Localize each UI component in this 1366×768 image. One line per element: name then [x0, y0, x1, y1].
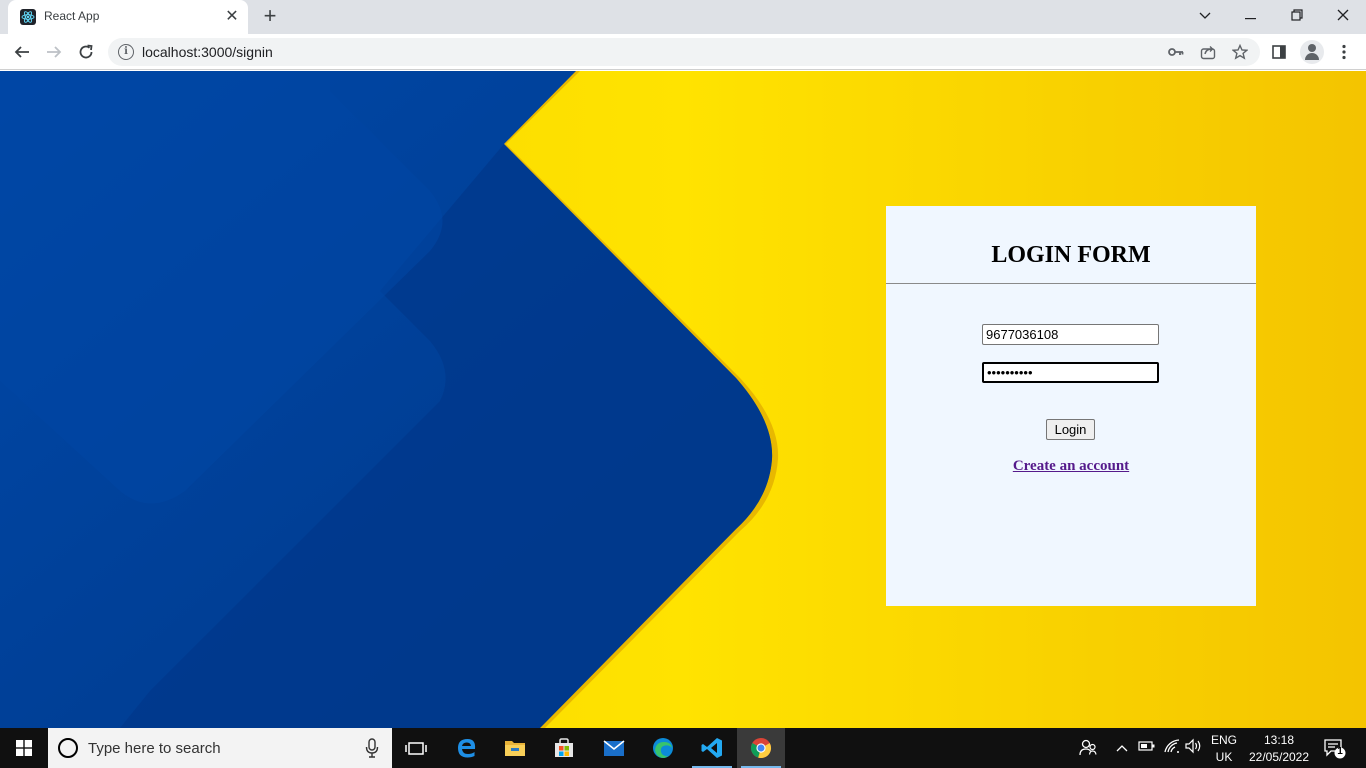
site-info-icon[interactable]: i	[118, 44, 134, 60]
edge-icon	[653, 738, 673, 758]
login-card: LOGIN FORM Login Create an account	[886, 206, 1256, 606]
title-divider	[886, 283, 1256, 284]
back-arrow-icon[interactable]	[8, 38, 36, 66]
vscode-icon	[701, 738, 722, 758]
taskbar-search-box[interactable]: Type here to search	[48, 728, 392, 768]
minimize-icon[interactable]	[1228, 0, 1274, 34]
cortana-circle-icon	[58, 738, 78, 758]
side-panel-icon[interactable]	[1267, 40, 1291, 64]
start-button[interactable]	[0, 728, 48, 768]
taskbar-file-explorer[interactable]	[491, 728, 539, 768]
create-account-link[interactable]: Create an account	[886, 458, 1256, 475]
wifi-icon[interactable]	[1162, 738, 1182, 758]
battery-icon[interactable]	[1137, 738, 1157, 758]
action-center-button[interactable]: 1	[1322, 736, 1346, 760]
folder-icon	[505, 741, 525, 756]
page-viewport: LOGIN FORM Login Create an account	[0, 71, 1366, 728]
task-view-icon	[405, 742, 427, 755]
taskbar-ie-edge-legacy[interactable]	[443, 728, 491, 768]
share-icon[interactable]	[1198, 42, 1218, 62]
volume-icon[interactable]	[1184, 738, 1204, 758]
browser-tabstrip: React App ✕ +	[0, 0, 1366, 34]
language-indicator-top[interactable]: ENG	[1208, 732, 1240, 748]
clock-time[interactable]: 13:18	[1244, 732, 1314, 748]
browser-toolbar: i localhost:3000/signin	[0, 34, 1366, 70]
task-view-button[interactable]	[392, 728, 440, 768]
chrome-icon	[750, 738, 772, 759]
reload-icon[interactable]	[72, 38, 100, 66]
password-input[interactable]	[982, 362, 1159, 383]
windows-taskbar: Type here to search ENG UK 13:18 22/05/2…	[0, 728, 1366, 768]
taskbar-chrome[interactable]	[737, 728, 785, 768]
more-menu-icon[interactable]	[1332, 40, 1356, 64]
bookmark-star-icon[interactable]	[1230, 42, 1250, 62]
address-bar[interactable]: i localhost:3000/signin	[108, 38, 1260, 66]
search-placeholder: Type here to search	[88, 740, 221, 757]
windows-logo-icon	[16, 740, 32, 756]
login-form-title: LOGIN FORM	[991, 242, 1151, 268]
close-window-icon[interactable]	[1320, 0, 1366, 34]
new-tab-button[interactable]: +	[258, 5, 282, 29]
taskbar-mail[interactable]	[590, 728, 638, 768]
close-tab-icon[interactable]: ✕	[222, 7, 242, 27]
tab-title: React App	[44, 9, 100, 23]
restore-icon[interactable]	[1274, 0, 1320, 34]
tray-chevron-up-icon[interactable]	[1112, 738, 1132, 758]
url-text[interactable]: localhost:3000/signin	[142, 44, 273, 60]
taskbar-store[interactable]	[540, 728, 588, 768]
key-icon[interactable]	[1166, 42, 1186, 62]
username-input[interactable]	[982, 324, 1159, 345]
forward-arrow-icon[interactable]	[40, 38, 68, 66]
taskbar-edge[interactable]	[639, 728, 687, 768]
profile-avatar-icon[interactable]	[1300, 40, 1324, 64]
microphone-icon[interactable]	[364, 738, 380, 758]
people-icon[interactable]	[1078, 738, 1098, 758]
store-bag-icon	[555, 738, 573, 757]
browser-tab[interactable]: React App ✕	[8, 0, 248, 34]
taskbar-vscode[interactable]	[688, 728, 736, 768]
notification-count: 1	[1337, 746, 1343, 757]
clock-date[interactable]: 22/05/2022	[1244, 749, 1314, 765]
mail-envelope-icon	[603, 740, 625, 756]
login-button[interactable]: Login	[1046, 419, 1095, 440]
tab-search-chevron-icon[interactable]	[1182, 0, 1228, 34]
language-indicator-bottom[interactable]: UK	[1208, 749, 1240, 765]
edge-legacy-icon	[458, 739, 476, 758]
react-logo-icon	[20, 9, 36, 25]
